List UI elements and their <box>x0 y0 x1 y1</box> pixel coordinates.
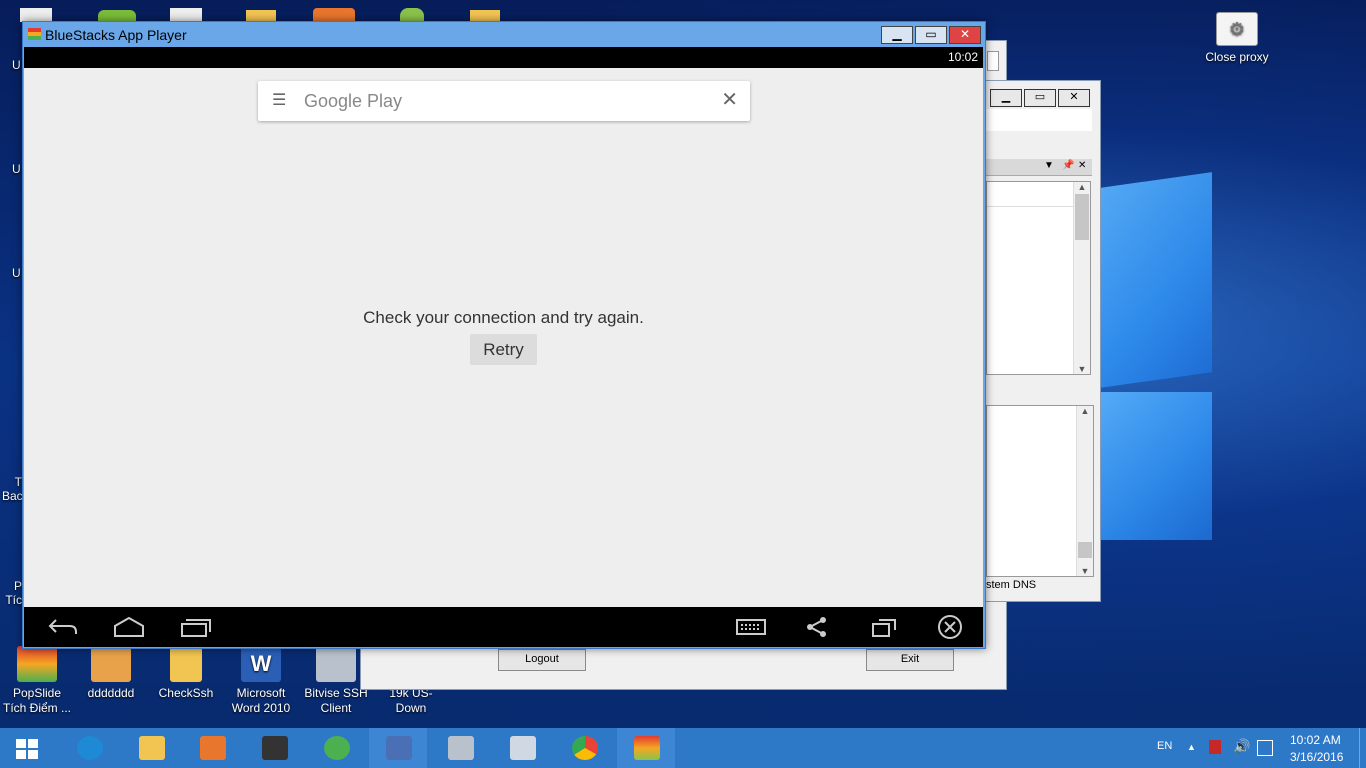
status-text: stem DNS <box>986 579 1037 591</box>
taskbar-internet-explorer[interactable] <box>60 728 118 768</box>
upper-list[interactable]: ▲ ▼ <box>986 181 1091 375</box>
taskbar-network-app[interactable] <box>307 728 365 768</box>
network-status-icon[interactable] <box>1257 740 1273 756</box>
logout-button[interactable]: Logout <box>498 649 586 671</box>
volume-icon[interactable]: 🔊 <box>1233 738 1250 755</box>
taskbar-chrome[interactable] <box>555 728 613 768</box>
taskbar-tools-app[interactable] <box>493 728 551 768</box>
android-status-bar: 10:02 <box>24 47 983 68</box>
toolbar-area <box>986 109 1092 131</box>
bluestacks-icon <box>634 736 660 760</box>
android-nav-bar <box>24 607 983 647</box>
scroll-down-icon[interactable]: ▼ <box>1074 364 1090 374</box>
scroll-down-icon[interactable]: ▼ <box>1077 566 1093 576</box>
desktop-icon-word[interactable]: W Microsoft Word 2010 <box>224 646 298 716</box>
desktop-icon-top-partial[interactable] <box>20 8 52 22</box>
close-proxy-label: Close proxy <box>1205 50 1269 64</box>
taskbar-media-player[interactable] <box>183 728 241 768</box>
server-icon <box>262 736 288 760</box>
proxy-app-icon <box>386 736 412 760</box>
desktop-icon-checkssh[interactable]: CheckSsh <box>149 646 223 701</box>
back-window-tab[interactable] <box>987 51 999 71</box>
taskbar-bitvise-app[interactable] <box>431 728 489 768</box>
internet-explorer-icon <box>77 736 103 760</box>
show-desktop-button[interactable] <box>1359 728 1366 768</box>
screen-rotate-icon[interactable] <box>871 616 897 638</box>
taskbar-file-explorer[interactable] <box>122 728 180 768</box>
clock-time[interactable]: 10:02 AM <box>1290 733 1341 747</box>
minimize-button[interactable]: ▁ <box>990 89 1022 107</box>
recent-apps-icon[interactable] <box>180 616 212 638</box>
folder-icon <box>170 646 202 682</box>
maximize-button[interactable]: ▭ <box>1024 89 1056 107</box>
close-icon[interactable]: ✕ <box>721 90 738 110</box>
desktop-icon-top-partial[interactable] <box>170 8 202 22</box>
title-bar[interactable]: BlueStacks App Player ▁ ▭ ✕ <box>23 22 985 47</box>
tools-icon <box>510 736 536 760</box>
desktop-icon-ddddddd[interactable]: ddddddd <box>74 646 148 701</box>
taskbar: EN ▲ 🔊 10:02 AM 3/16/2016 <box>0 728 1366 768</box>
vertical-scrollbar[interactable]: ▲ ▼ <box>1076 406 1093 576</box>
bitvise-icon <box>316 646 356 682</box>
scroll-thumb[interactable] <box>1078 542 1092 558</box>
proxy-window[interactable]: ▁ ▭ ✕ ▼ 📌 ✕ ▲ ▼ ▲ ▼ stem DNS <box>985 80 1101 602</box>
scroll-thumb[interactable] <box>1075 194 1089 240</box>
close-circle-icon[interactable] <box>937 614 963 640</box>
taskbar-proxy-app[interactable] <box>369 728 427 768</box>
back-icon[interactable] <box>48 616 78 638</box>
keyboard-icon[interactable] <box>736 616 766 638</box>
bluestacks-window[interactable]: BlueStacks App Player ▁ ▭ ✕ 10:02 ☰ Goog… <box>22 21 986 649</box>
popslide-icon <box>17 646 57 682</box>
maximize-button[interactable]: ▭ <box>915 26 947 44</box>
desktop-icon-partial[interactable]: U <box>12 266 21 280</box>
connection-error-message: Check your connection and try again. <box>363 308 644 327</box>
retry-button[interactable]: Retry <box>470 334 537 365</box>
dropdown-arrow-icon[interactable]: ▼ <box>1044 160 1054 171</box>
close-icon[interactable]: ✕ <box>1078 160 1086 171</box>
desktop-icon-top-partial[interactable] <box>313 8 355 22</box>
taskbar-server-app[interactable] <box>245 728 303 768</box>
app-content: ☰ Google Play ✕ Check your connection an… <box>24 68 983 607</box>
folder-icon <box>139 736 165 760</box>
desktop-icon-partial[interactable]: U <box>12 58 21 72</box>
desktop-icon-top-partial[interactable] <box>400 8 424 22</box>
share-icon[interactable] <box>805 616 829 638</box>
security-shield-icon[interactable] <box>1209 740 1221 754</box>
gear-icon: ⚙ <box>1216 12 1258 46</box>
scroll-up-icon[interactable]: ▲ <box>1077 406 1093 416</box>
panel-header: ▼ 📌 ✕ <box>986 159 1092 176</box>
desktop-icon-partial[interactable]: T Bac <box>2 475 23 503</box>
close-button[interactable]: ✕ <box>949 26 981 44</box>
network-globe-icon <box>324 736 350 760</box>
start-button[interactable] <box>16 739 38 759</box>
show-hidden-icons-icon[interactable]: ▲ <box>1187 742 1196 752</box>
media-player-icon <box>200 736 226 760</box>
vertical-scrollbar[interactable]: ▲ ▼ <box>1073 182 1090 374</box>
minimize-button[interactable]: ▁ <box>881 26 913 44</box>
desktop-icon-partial[interactable]: U <box>12 162 21 176</box>
scroll-up-icon[interactable]: ▲ <box>1074 182 1090 192</box>
search-bar-title: Google Play <box>304 91 403 111</box>
bitvise-icon <box>448 736 474 760</box>
chrome-icon <box>572 736 598 760</box>
desktop-icon-popslide[interactable]: PopSlide Tích Điểm ... <box>0 646 74 716</box>
close-button[interactable]: ✕ <box>1058 89 1090 107</box>
list-header-row <box>987 182 1073 207</box>
taskbar-bluestacks[interactable] <box>617 728 675 768</box>
language-indicator[interactable]: EN <box>1157 740 1172 752</box>
image-file-icon <box>91 646 131 682</box>
clock-date[interactable]: 3/16/2016 <box>1290 750 1343 764</box>
bluestacks-logo-icon <box>28 28 41 40</box>
hamburger-menu-icon[interactable]: ☰ <box>272 93 286 109</box>
desktop-icon-partial[interactable]: P Tíc <box>4 579 22 607</box>
pin-icon[interactable]: 📌 <box>1062 160 1074 171</box>
home-icon[interactable] <box>113 616 145 638</box>
exit-button[interactable]: Exit <box>866 649 954 671</box>
window-title: BlueStacks App Player <box>45 27 187 43</box>
status-time: 10:02 <box>947 50 978 64</box>
lower-list[interactable]: ▲ ▼ <box>986 405 1094 577</box>
word-icon: W <box>241 646 281 682</box>
google-play-search-bar[interactable]: ☰ Google Play ✕ <box>258 81 750 121</box>
close-proxy-shortcut[interactable]: ⚙ Close proxy <box>1200 12 1274 65</box>
